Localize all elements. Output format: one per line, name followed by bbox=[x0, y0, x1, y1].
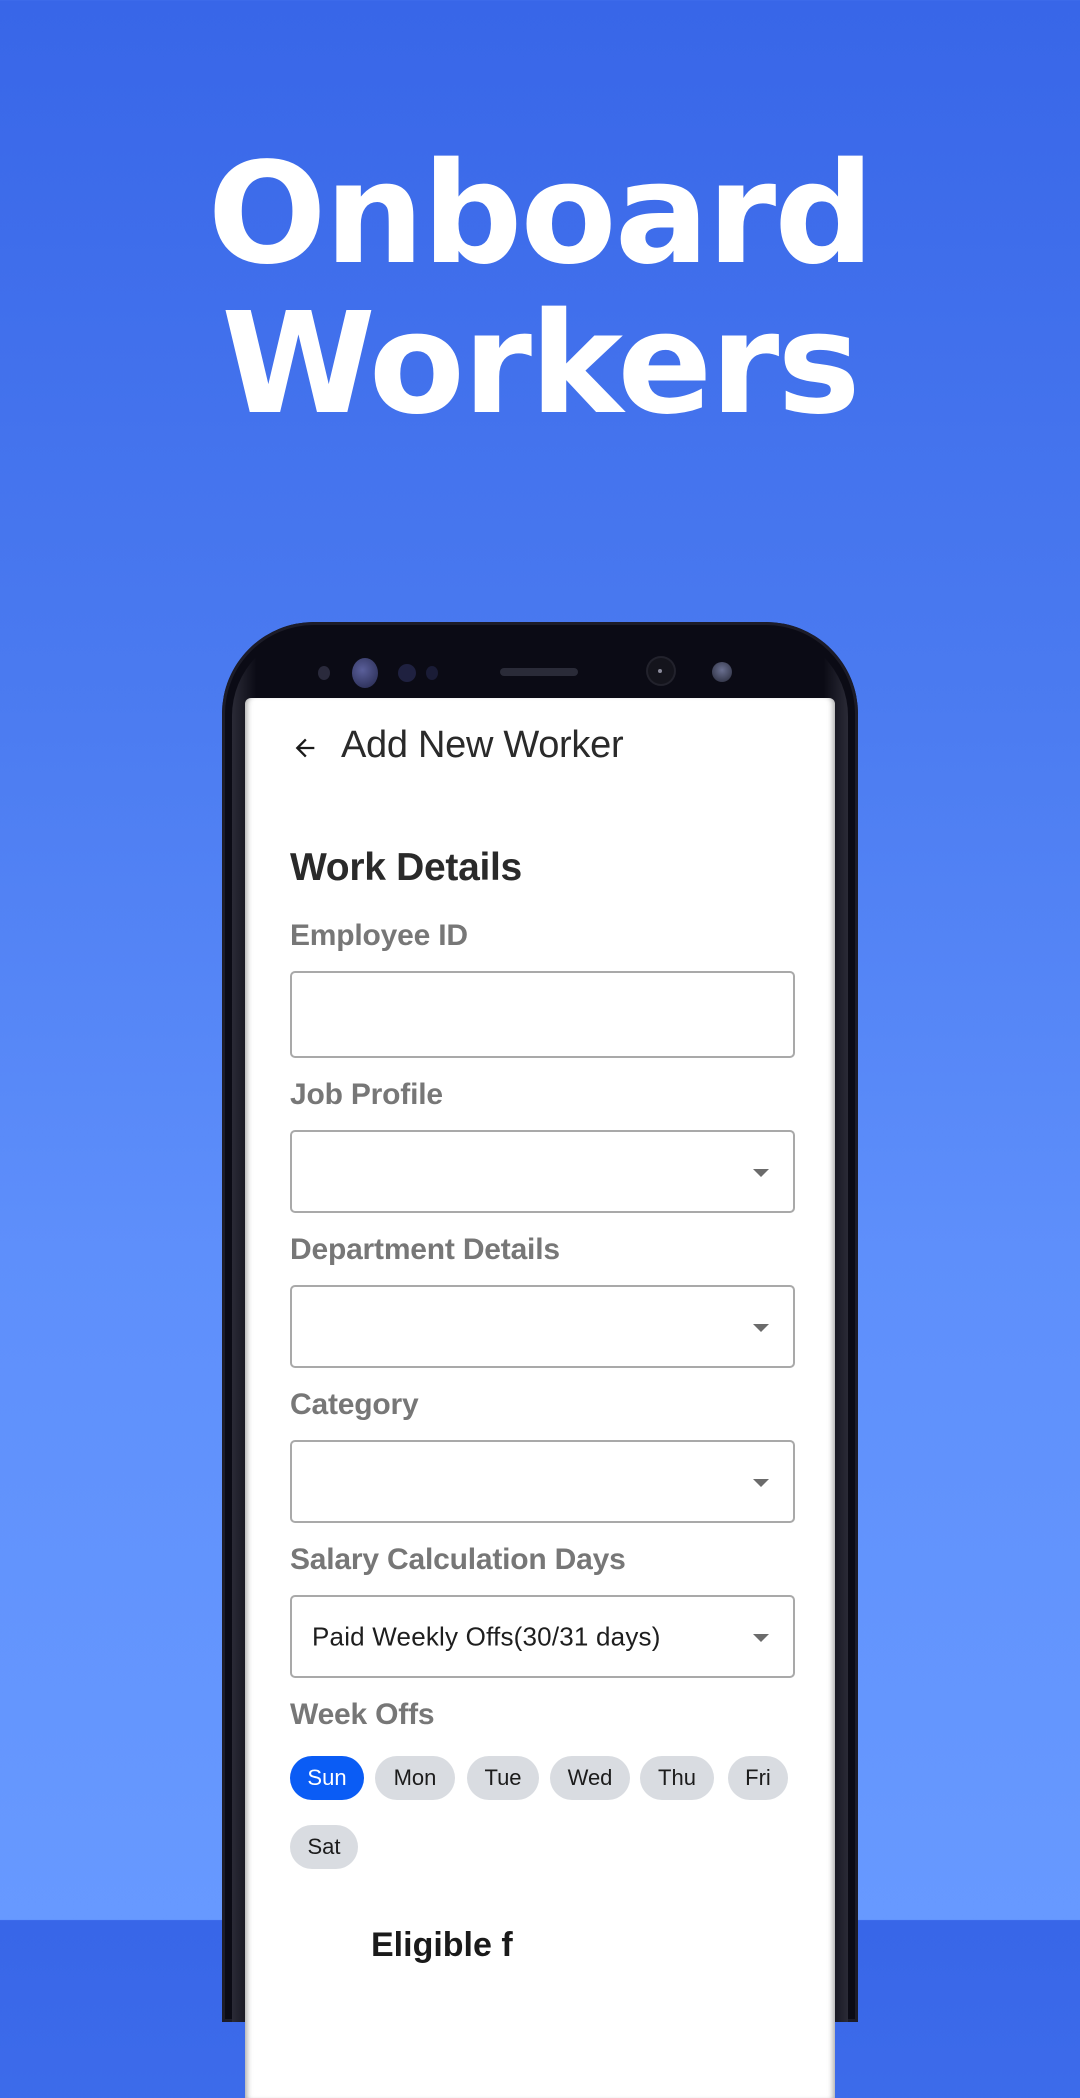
salary-calculation-days-dropdown[interactable]: Paid Weekly Offs(30/31 days) bbox=[290, 1595, 795, 1678]
chevron-down-icon bbox=[753, 1168, 769, 1177]
employee-id-field[interactable] bbox=[290, 971, 795, 1058]
headline: Onboard Workers bbox=[0, 140, 1080, 440]
iris-sensor-icon bbox=[352, 658, 378, 688]
iris-camera-icon bbox=[712, 662, 732, 682]
employee-id-input[interactable] bbox=[292, 973, 793, 1056]
week-off-chip-thu[interactable]: Thu bbox=[640, 1756, 714, 1800]
department-details-dropdown[interactable] bbox=[290, 1285, 795, 1368]
sensor-icon bbox=[426, 666, 438, 680]
week-off-chip-sat[interactable]: Sat bbox=[290, 1825, 358, 1869]
phone-frame: Add New Worker Work Details Employee ID … bbox=[222, 622, 858, 2098]
employee-id-label: Employee ID bbox=[290, 919, 468, 952]
salary-calculation-days-label: Salary Calculation Days bbox=[290, 1543, 626, 1576]
arrow-left-icon bbox=[295, 738, 315, 758]
page-title: Add New Worker bbox=[341, 724, 624, 766]
app-bar: Add New Worker bbox=[245, 698, 835, 802]
sensor-icon bbox=[398, 664, 416, 682]
salary-calculation-days-value: Paid Weekly Offs(30/31 days) bbox=[312, 1621, 661, 1651]
back-button[interactable] bbox=[285, 728, 325, 768]
week-off-chip-fri[interactable]: Fri bbox=[728, 1756, 788, 1800]
proximity-sensor-icon bbox=[318, 666, 330, 680]
category-label: Category bbox=[290, 1388, 419, 1421]
department-details-label: Department Details bbox=[290, 1233, 560, 1266]
headline-line-2: Workers bbox=[221, 283, 860, 446]
job-profile-dropdown[interactable] bbox=[290, 1130, 795, 1213]
app-screen: Add New Worker Work Details Employee ID … bbox=[245, 698, 835, 2098]
front-camera-icon bbox=[648, 658, 674, 684]
job-profile-label: Job Profile bbox=[290, 1078, 443, 1111]
week-off-chip-tue[interactable]: Tue bbox=[467, 1756, 539, 1800]
chevron-down-icon bbox=[753, 1633, 769, 1642]
headline-line-1: Onboard bbox=[207, 133, 875, 296]
chevron-down-icon bbox=[753, 1323, 769, 1332]
week-offs-label: Week Offs bbox=[290, 1698, 435, 1731]
eligibility-label-partial: Eligible f bbox=[371, 1926, 513, 1964]
section-title-work-details: Work Details bbox=[290, 846, 522, 889]
week-off-chip-sun[interactable]: Sun bbox=[290, 1756, 364, 1800]
week-off-chip-mon[interactable]: Mon bbox=[375, 1756, 455, 1800]
week-off-chip-wed[interactable]: Wed bbox=[550, 1756, 630, 1800]
earpiece-speaker bbox=[500, 668, 578, 676]
category-dropdown[interactable] bbox=[290, 1440, 795, 1523]
chevron-down-icon bbox=[753, 1478, 769, 1487]
